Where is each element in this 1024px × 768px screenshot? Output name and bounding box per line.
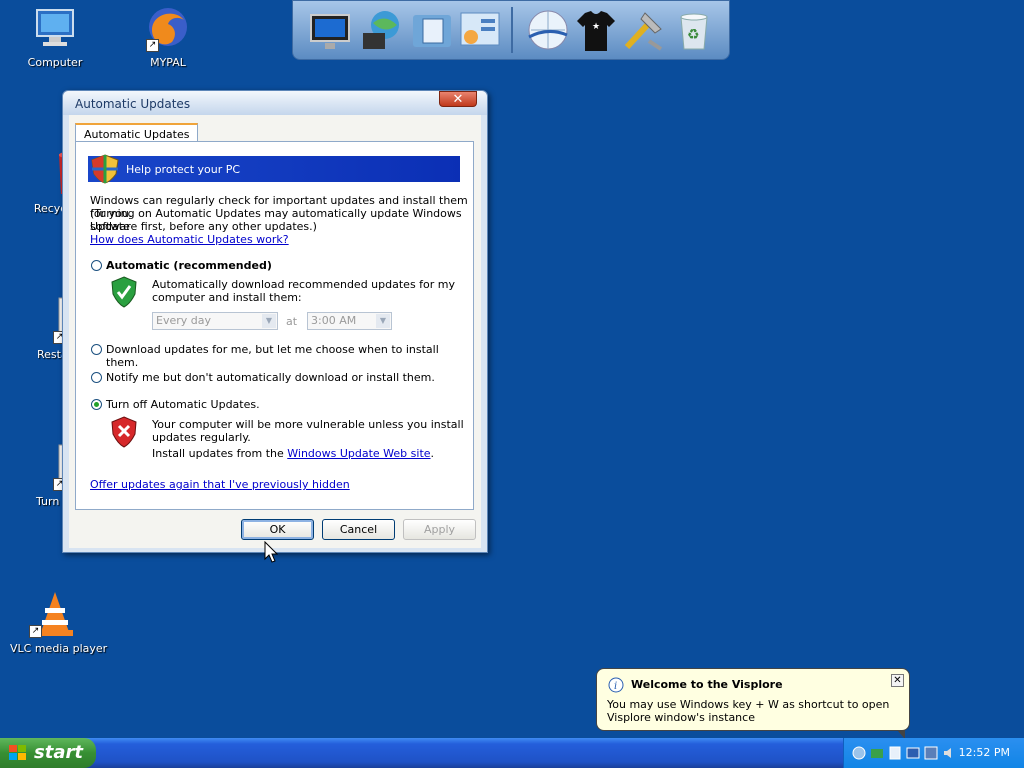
desktop-icon-label: MYPAL	[150, 56, 186, 69]
turn-off-desc-3: Install updates from the Windows Update …	[152, 447, 434, 460]
balloon-title: Welcome to the Visplore	[631, 678, 783, 691]
tab-panel: Help protect your PC Windows can regular…	[75, 141, 474, 510]
offer-updates-hidden-link[interactable]: Offer updates again that I've previously…	[90, 478, 350, 491]
taskbar-clock[interactable]: 12:52 PM	[959, 746, 1010, 759]
close-button[interactable]: ✕	[439, 91, 477, 107]
intro-text-3: software first, before any other updates…	[90, 220, 317, 233]
day-select-value: Every day	[156, 314, 211, 327]
install-from-text: Install updates from the	[152, 447, 288, 460]
tshirt-icon[interactable]: ★	[573, 7, 619, 53]
shortcut-arrow-icon: ↗	[146, 39, 159, 52]
web-globe-icon[interactable]	[525, 7, 571, 53]
folder-documents-icon[interactable]	[409, 7, 455, 53]
computer-icon	[31, 4, 79, 52]
control-panel-icon[interactable]	[457, 7, 503, 53]
label-notify[interactable]: Notify me but don't automatically downlo…	[106, 371, 435, 384]
at-label: at	[286, 315, 298, 328]
desktop-icon-vlc[interactable]: ↗ VLC media player	[10, 590, 108, 655]
day-select[interactable]: Every day ▼	[152, 312, 278, 330]
desktop-icon-label: Computer	[27, 56, 83, 69]
cancel-button[interactable]: Cancel	[322, 519, 395, 540]
recycle-bin-icon[interactable]: ♻	[671, 7, 717, 53]
globe-network-icon[interactable]	[359, 7, 405, 53]
time-select-value: 3:00 AM	[311, 314, 357, 327]
tray-visplore-icon[interactable]	[888, 746, 902, 760]
notification-balloon[interactable]: i Welcome to the Visplore You may use Wi…	[596, 668, 910, 739]
system-tray: 12:52 PM	[843, 738, 1024, 768]
chevron-down-icon: ▼	[262, 314, 276, 328]
windows-flag-icon	[9, 745, 26, 760]
svg-text:★: ★	[592, 22, 600, 32]
label-automatic[interactable]: Automatic (recommended)	[106, 259, 272, 272]
banner: Help protect your PC	[88, 154, 460, 184]
chevron-down-icon: ▼	[376, 314, 390, 328]
tray-power-icon[interactable]	[852, 746, 866, 760]
tools-icon[interactable]	[621, 7, 667, 53]
desktop-icon-label: VLC media player	[10, 642, 108, 655]
balloon-close-button[interactable]: ✕	[891, 674, 904, 687]
dock-bar: ★ ♻	[292, 0, 730, 60]
time-select[interactable]: 3:00 AM ▼	[307, 312, 392, 330]
svg-text:♻: ♻	[687, 27, 700, 43]
firefox-icon: ↗	[144, 4, 192, 52]
balloon-body: You may use Windows key + W as shortcut …	[607, 698, 890, 724]
automatic-desc-2: computer and install them:	[152, 291, 302, 304]
desktop-icon-mypal[interactable]: ↗ MYPAL	[123, 4, 213, 69]
dialog-body: Automatic Updates Help protect your PC W…	[69, 115, 481, 548]
red-x-shield-icon	[111, 416, 137, 448]
label-turn-off[interactable]: Turn off Automatic Updates.	[106, 398, 260, 411]
monitor-icon[interactable]	[307, 7, 353, 53]
ok-button[interactable]: OK	[241, 519, 314, 540]
banner-text: Help protect your PC	[126, 163, 241, 176]
automatic-updates-dialog: Automatic Updates ✕ Automatic Updates He…	[62, 90, 488, 553]
info-icon: i	[608, 677, 624, 693]
windows-update-web-site-link[interactable]: Windows Update Web site	[287, 447, 430, 460]
label-download[interactable]: Download updates for me, but let me choo…	[106, 343, 473, 369]
vlc-cone-icon: ↗	[29, 590, 79, 638]
radio-automatic[interactable]	[91, 260, 102, 271]
green-check-shield-icon	[111, 276, 137, 308]
taskbar: start 12:52 PM	[0, 738, 1024, 768]
mouse-cursor-icon	[264, 541, 278, 563]
tray-volume-icon[interactable]	[942, 746, 956, 760]
start-button[interactable]: start	[0, 738, 96, 768]
security-shield-icon	[91, 154, 119, 184]
how-does-it-work-link[interactable]: How does Automatic Updates work?	[90, 233, 289, 246]
turn-off-desc-2: updates regularly.	[152, 431, 251, 444]
tab-automatic-updates[interactable]: Automatic Updates	[75, 123, 199, 142]
radio-notify[interactable]	[91, 372, 102, 383]
tray-window-icon[interactable]	[906, 746, 920, 760]
desktop-icon-computer[interactable]: Computer	[10, 4, 100, 69]
tray-app-icon[interactable]	[924, 746, 938, 760]
start-label: start	[34, 742, 83, 763]
radio-turn-off[interactable]	[91, 399, 102, 410]
turn-off-desc-1: Your computer will be more vulnerable un…	[152, 418, 464, 431]
tray-network-icon[interactable]	[870, 746, 884, 760]
radio-download[interactable]	[91, 344, 102, 355]
automatic-desc-1: Automatically download recommended updat…	[152, 278, 456, 291]
dialog-title: Automatic Updates	[75, 97, 191, 111]
shortcut-arrow-icon: ↗	[29, 625, 42, 638]
svg-text:i: i	[614, 681, 617, 692]
dialog-titlebar[interactable]: Automatic Updates ✕	[63, 91, 487, 115]
apply-button[interactable]: Apply	[403, 519, 476, 540]
period-text: .	[430, 447, 435, 460]
dock-separator	[511, 7, 513, 53]
